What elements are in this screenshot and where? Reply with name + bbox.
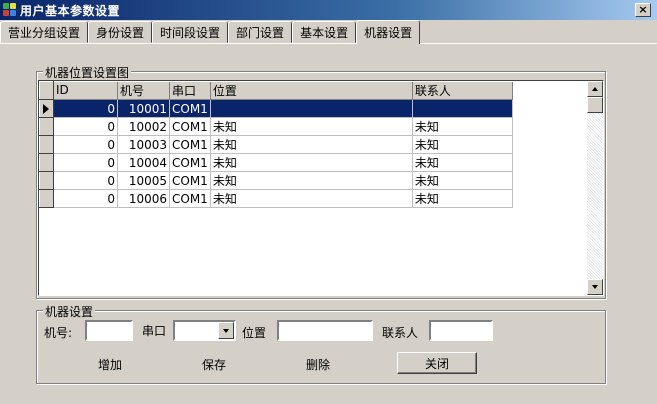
cell-port[interactable]: COM1 — [169, 99, 211, 118]
scroll-up-button[interactable] — [587, 81, 603, 97]
scroll-down-button[interactable] — [587, 279, 603, 295]
header-indicator — [39, 81, 54, 100]
machine-table: ID 机号 串口 位置 联系人 0 10001 COM1 0 10002 COM… — [39, 81, 513, 208]
save-button[interactable]: 保存 — [192, 356, 236, 373]
cell-contact[interactable]: 未知 — [412, 135, 513, 154]
row-indicator[interactable] — [39, 99, 54, 118]
cell-contact[interactable]: 未知 — [412, 117, 513, 136]
cell-machine-no[interactable]: 10006 — [117, 189, 170, 208]
tab-business-group[interactable]: 营业分组设置 — [0, 21, 89, 43]
table-row[interactable]: 0 10006 COM1 未知 未知 — [39, 189, 513, 208]
port-dropdown-button[interactable] — [218, 322, 234, 339]
cell-location[interactable]: 未知 — [210, 117, 413, 136]
cell-location[interactable] — [210, 99, 413, 118]
cell-machine-no[interactable]: 10004 — [117, 153, 170, 172]
window-title: 用户基本参数设置 — [20, 3, 121, 18]
cell-id[interactable]: 0 — [53, 153, 118, 172]
tab-department[interactable]: 部门设置 — [228, 21, 293, 43]
cell-machine-no[interactable]: 10005 — [117, 171, 170, 190]
table-row[interactable]: 0 10001 COM1 — [39, 99, 513, 118]
cell-port[interactable]: COM1 — [169, 171, 211, 190]
tab-basic[interactable]: 基本设置 — [292, 21, 357, 43]
port-label: 串口 — [142, 324, 167, 338]
row-indicator[interactable] — [39, 135, 54, 154]
machine-no-input[interactable] — [85, 320, 133, 341]
cell-contact[interactable]: 未知 — [412, 189, 513, 208]
cell-location[interactable]: 未知 — [210, 153, 413, 172]
cell-contact[interactable]: 未知 — [412, 153, 513, 172]
table-row[interactable]: 0 10003 COM1 未知 未知 — [39, 135, 513, 154]
machine-location-legend: 机器位置设置图 — [43, 64, 132, 81]
cell-contact[interactable] — [412, 99, 513, 118]
cell-id[interactable]: 0 — [53, 99, 118, 118]
tab-identity[interactable]: 身份设置 — [88, 21, 153, 43]
cell-machine-no[interactable]: 10002 — [117, 117, 170, 136]
location-input[interactable] — [277, 320, 373, 341]
column-header-id[interactable]: ID — [53, 81, 118, 100]
row-indicator[interactable] — [39, 153, 54, 172]
cell-id[interactable]: 0 — [53, 117, 118, 136]
delete-button[interactable]: 删除 — [296, 356, 340, 373]
table-row[interactable]: 0 10005 COM1 未知 未知 — [39, 171, 513, 190]
machine-settings-legend: 机器设置 — [43, 303, 96, 320]
cell-port[interactable]: COM1 — [169, 135, 211, 154]
column-header-location[interactable]: 位置 — [210, 81, 413, 100]
chevron-down-icon — [223, 329, 229, 333]
app-icon — [3, 3, 17, 17]
cell-port[interactable]: COM1 — [169, 153, 211, 172]
tab-divider — [0, 43, 657, 44]
table-header-row: ID 机号 串口 位置 联系人 — [39, 81, 513, 100]
cell-machine-no[interactable]: 10001 — [117, 99, 170, 118]
cell-port[interactable]: COM1 — [169, 117, 211, 136]
table-row[interactable]: 0 10002 COM1 未知 未知 — [39, 117, 513, 136]
column-header-contact[interactable]: 联系人 — [412, 81, 513, 100]
row-indicator[interactable] — [39, 117, 54, 136]
close-button[interactable]: 关闭 — [397, 352, 477, 374]
grid-vertical-scrollbar[interactable] — [587, 81, 603, 295]
title-bar: 用户基本参数设置 × — [0, 0, 657, 20]
cell-machine-no[interactable]: 10003 — [117, 135, 170, 154]
cell-port[interactable]: COM1 — [169, 189, 211, 208]
row-indicator[interactable] — [39, 171, 54, 190]
arrow-up-icon — [592, 87, 598, 91]
add-button[interactable]: 增加 — [88, 356, 132, 373]
column-header-port[interactable]: 串口 — [169, 81, 211, 100]
port-select[interactable] — [173, 320, 236, 341]
table-row[interactable]: 0 10004 COM1 未知 未知 — [39, 153, 513, 172]
cell-contact[interactable]: 未知 — [412, 171, 513, 190]
cell-id[interactable]: 0 — [53, 171, 118, 190]
cell-location[interactable]: 未知 — [210, 135, 413, 154]
arrow-down-icon — [592, 285, 598, 289]
contact-input[interactable] — [429, 320, 493, 341]
location-label: 位置 — [242, 326, 267, 340]
tab-time-period[interactable]: 时间段设置 — [152, 21, 229, 43]
cell-id[interactable]: 0 — [53, 135, 118, 154]
tab-machine[interactable]: 机器设置 — [356, 20, 421, 44]
close-window-button[interactable]: × — [635, 3, 651, 17]
column-header-machine-no[interactable]: 机号 — [117, 81, 170, 100]
machine-no-label: 机号: — [44, 326, 73, 340]
tab-strip: 营业分组设置 身份设置 时间段设置 部门设置 基本设置 机器设置 — [0, 20, 421, 44]
row-indicator[interactable] — [39, 189, 54, 208]
cell-location[interactable]: 未知 — [210, 171, 413, 190]
cell-id[interactable]: 0 — [53, 189, 118, 208]
cell-location[interactable]: 未知 — [210, 189, 413, 208]
contact-label: 联系人 — [382, 326, 419, 340]
current-row-arrow-icon — [43, 104, 49, 114]
scroll-thumb[interactable] — [587, 97, 603, 113]
machine-grid[interactable]: ID 机号 串口 位置 联系人 0 10001 COM1 0 10002 COM… — [38, 80, 604, 296]
